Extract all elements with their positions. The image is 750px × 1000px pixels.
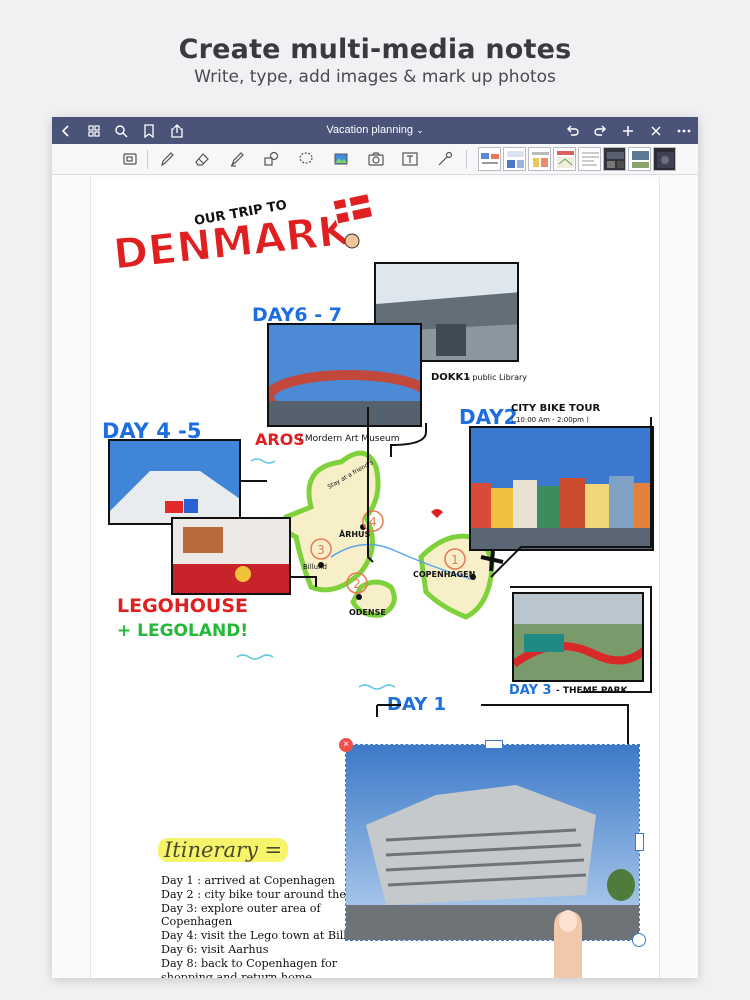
highlighter-icon[interactable] bbox=[226, 148, 248, 170]
back-icon[interactable] bbox=[54, 117, 78, 144]
lasso-icon[interactable] bbox=[295, 148, 317, 170]
camera-icon[interactable] bbox=[365, 148, 387, 170]
page-thumbnail[interactable] bbox=[578, 147, 601, 171]
itinerary-title: Itinerary = bbox=[158, 838, 289, 862]
resize-handle-top[interactable] bbox=[485, 740, 503, 749]
finger-pointer-icon bbox=[554, 910, 582, 978]
close-selection-icon[interactable]: × bbox=[339, 738, 353, 752]
share-icon[interactable] bbox=[165, 117, 189, 144]
page-thumbnail[interactable] bbox=[628, 147, 651, 171]
note-page[interactable]: OUR TRIP TO DENMARK DAY6 - 7 DAY 4 -5 DA… bbox=[90, 177, 660, 978]
page-thumbnail[interactable] bbox=[603, 147, 626, 171]
toolbar-divider bbox=[466, 150, 467, 169]
page-thumbnail[interactable] bbox=[553, 147, 576, 171]
shapes-icon[interactable] bbox=[260, 148, 282, 170]
rotate-handle-icon[interactable] bbox=[632, 933, 646, 947]
image-icon[interactable] bbox=[330, 148, 352, 170]
tool-bar bbox=[52, 144, 698, 175]
page-thumbnail[interactable] bbox=[503, 147, 526, 171]
close-icon[interactable] bbox=[644, 117, 668, 144]
bookmark-icon[interactable] bbox=[137, 117, 161, 144]
grid-icon[interactable] bbox=[82, 117, 106, 144]
itinerary-item: Day 6: visit Aarhus bbox=[161, 942, 269, 956]
page-thumbnail[interactable] bbox=[478, 147, 501, 171]
document-title-text: Vacation planning bbox=[326, 124, 414, 136]
promo-subtitle: Write, type, add images & mark up photos bbox=[194, 67, 556, 87]
undo-icon[interactable] bbox=[561, 117, 585, 144]
pen-icon[interactable] bbox=[156, 148, 178, 170]
promo-title: Create multi-media notes bbox=[178, 34, 572, 65]
chevron-down-icon: ⌄ bbox=[416, 125, 424, 135]
app-window: Vacation planning ⌄ OUR TRIP TO DENMARK … bbox=[52, 117, 698, 978]
selected-photo-frame[interactable]: × bbox=[339, 738, 646, 947]
more-icon[interactable] bbox=[672, 117, 696, 144]
itinerary-item: Day 8: back to Copenhagen for shopping a… bbox=[161, 956, 338, 978]
toolbar-divider bbox=[147, 150, 148, 169]
redo-icon[interactable] bbox=[588, 117, 612, 144]
eraser-icon[interactable] bbox=[191, 148, 213, 170]
page-thumbnail[interactable] bbox=[653, 147, 676, 171]
resize-handle-right[interactable] bbox=[635, 833, 644, 851]
laser-pointer-icon[interactable] bbox=[434, 148, 456, 170]
page-thumbnail[interactable] bbox=[528, 147, 551, 171]
plus-icon[interactable] bbox=[616, 117, 640, 144]
text-icon[interactable] bbox=[399, 148, 421, 170]
photo-copenhagen-building bbox=[346, 745, 639, 940]
zoom-window-icon[interactable] bbox=[119, 148, 141, 170]
document-title-button[interactable]: Vacation planning ⌄ bbox=[326, 124, 423, 136]
navigation-bar: Vacation planning ⌄ bbox=[52, 117, 698, 144]
search-icon[interactable] bbox=[109, 117, 133, 144]
